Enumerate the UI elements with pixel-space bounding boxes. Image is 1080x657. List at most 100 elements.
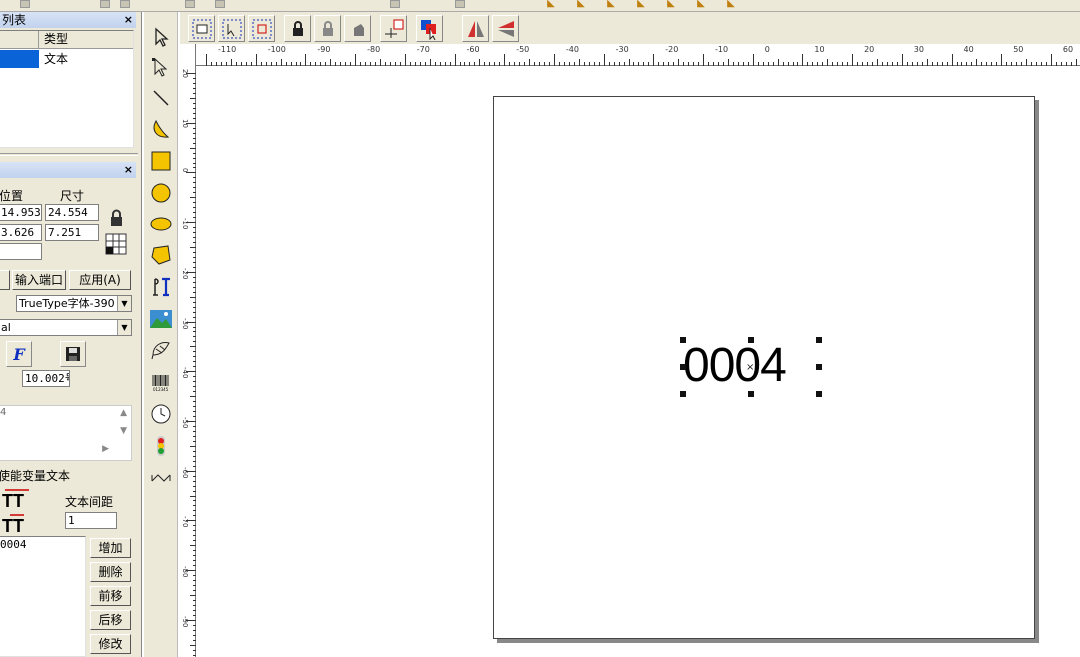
toolbar-icon-fragment[interactable] [390,0,400,8]
mirror-horizontal-icon[interactable] [462,15,489,42]
chevron-down-icon[interactable]: ▼ [117,296,131,311]
selection-handle[interactable] [748,337,754,343]
text-preview-value: 4 [0,407,7,418]
scroll-down-icon[interactable]: ▼ [120,426,127,436]
toolbar-arrow-icon[interactable]: ◣ [635,0,647,9]
ruler-tick [190,97,196,99]
ungroup-icon[interactable] [248,15,275,42]
ruler-tick [193,575,196,576]
barcode-tool-icon[interactable]: 012345 [148,369,174,395]
ruler-tick [193,560,196,562]
save-font-button[interactable] [60,341,86,367]
circle-tool-icon[interactable] [148,180,174,206]
table-row-type[interactable]: 文本 [44,50,68,68]
enable-variable-text-label[interactable]: 使能变量文本 [0,467,70,484]
toolbar-arrow-icon[interactable]: ◣ [575,0,587,9]
group-select-icon[interactable] [188,15,215,42]
panel-button-fragment[interactable] [0,270,10,290]
canvas-text-object[interactable]: 0004 [683,338,787,394]
mirror-vertical-icon[interactable] [492,15,519,42]
node-edit-icon[interactable] [148,54,174,80]
chevron-down-icon[interactable]: ▼ [117,320,131,335]
ruler-tick [193,177,196,179]
group-move-icon[interactable] [218,15,245,42]
y-input[interactable]: 3.626 [0,224,42,241]
selection-handle[interactable] [748,391,754,397]
toolbar-arrow-icon[interactable]: ◣ [545,0,557,9]
ruler-tick [186,73,196,74]
curve-tool-icon[interactable] [148,116,174,142]
selection-handle[interactable] [816,337,822,343]
modify-button[interactable]: 修改 [90,634,131,654]
lock-icon[interactable] [106,208,126,228]
grid-origin-icon[interactable] [104,232,128,256]
toolbar-arrow-icon[interactable]: ◣ [665,0,677,9]
ruler-tick [193,401,196,402]
add-button[interactable]: 增加 [90,538,131,558]
selection-handle[interactable] [816,364,822,370]
selection-handle[interactable] [680,391,686,397]
toolbar-icon-fragment[interactable] [455,0,465,8]
table-row-selected-cell[interactable] [0,50,39,68]
scroll-right-icon[interactable]: ▶ [102,444,109,454]
move-up-button[interactable]: 前移 [90,586,131,606]
text-preview-box[interactable]: 4 ▲ ▼ ▶ [0,405,132,461]
selection-handle[interactable] [680,337,686,343]
z-input[interactable] [0,243,42,260]
selection-handle[interactable] [680,364,686,370]
lock-object-icon[interactable] [284,15,311,42]
toolbar-arrow-icon[interactable]: ◣ [725,0,737,9]
ruler-tick [404,54,406,66]
toolbar-icon-fragment[interactable] [215,0,225,8]
line-tool-icon[interactable] [148,85,174,111]
toolbar-icon-fragment[interactable] [100,0,110,8]
toolbar-arrow-icon[interactable]: ◣ [695,0,707,9]
left-panel: 列表 × 类型 文本 × 位置 尺寸 14.953 24.554 3.626 7… [0,12,142,657]
ellipse-tool-icon[interactable] [148,211,174,237]
font-height-input[interactable]: 10.002号 [22,370,70,387]
move-down-button[interactable]: 后移 [90,610,131,630]
vector-file-icon[interactable] [148,337,174,363]
ruler-tick-label: -110 [218,45,237,54]
select-pointer-icon[interactable] [148,24,174,50]
input-port-button[interactable]: 输入端口 [12,270,66,290]
apply-button[interactable]: 应用(A) [69,270,131,290]
close-icon[interactable]: × [124,12,133,28]
delete-button[interactable]: 删除 [90,562,131,582]
panel-splitter[interactable] [0,153,138,156]
column-header-name[interactable] [0,31,39,49]
column-header-type[interactable]: 类型 [39,31,133,49]
text-spacing-input[interactable]: 1 [65,512,117,529]
font-style-button[interactable]: F [6,341,32,367]
scroll-up-icon[interactable]: ▲ [120,408,127,418]
unlock-all-icon[interactable] [344,15,371,42]
toolbar-icon-fragment[interactable] [185,0,195,8]
toolbar-arrow-icon[interactable]: ◣ [605,0,617,9]
clock-tool-icon[interactable] [148,401,174,427]
text-spacing-wide-icon[interactable]: TT [2,487,32,511]
font-name-select[interactable]: al ▼ [0,319,132,336]
ruler-tick [186,172,196,174]
selection-handle[interactable] [816,391,822,397]
ruler-tick-label: 0 [764,45,770,54]
width-input[interactable]: 24.554 [45,204,99,221]
toolbar-icon-fragment[interactable] [20,0,30,8]
signal-light-icon[interactable] [148,433,174,459]
bitmap-tool-icon[interactable] [148,306,174,332]
x-input[interactable]: 14.953 [0,204,42,221]
close-icon[interactable]: × [124,162,133,178]
text-tool-icon[interactable] [148,274,174,300]
layer-order-icon[interactable] [416,15,443,42]
list-item[interactable]: 0004 [0,538,27,551]
font-type-select[interactable]: TrueType字体-390 ▼ [16,295,132,312]
height-input[interactable]: 7.251 [45,224,99,241]
rectangle-tool-icon[interactable] [148,148,174,174]
variable-text-list[interactable]: 0004 [0,536,86,657]
unlock-object-icon[interactable] [314,15,341,42]
toolbar-icon-fragment[interactable] [120,0,130,8]
text-spacing-narrow-icon[interactable]: TT [2,512,32,536]
ruler-tick [802,54,804,66]
origin-point-icon[interactable] [380,15,407,42]
extension-axis-icon[interactable] [148,465,174,491]
polygon-tool-icon[interactable] [148,242,174,268]
